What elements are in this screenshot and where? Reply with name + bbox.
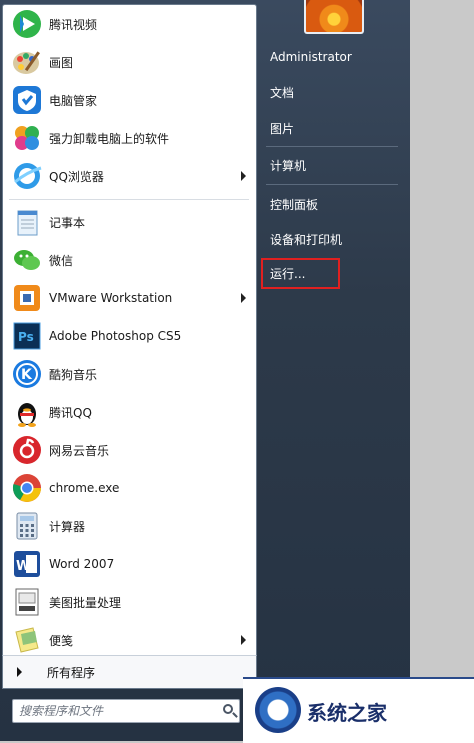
program-label: QQ浏览器: [49, 169, 104, 184]
devices-printers-link[interactable]: 设备和打印机: [270, 231, 342, 248]
submenu-arrow-icon[interactable]: [241, 293, 246, 303]
pictures-link[interactable]: 图片: [270, 120, 294, 137]
notepad-icon: [11, 206, 43, 238]
programs-pane: 腾讯视频 画图 电脑管家 强力卸载电脑上的软件 QQ浏览器 记事本 微信 VMw…: [2, 4, 257, 656]
watermark: 系统之家: [243, 677, 474, 743]
program-vmware[interactable]: VMware Workstation: [3, 279, 256, 317]
program-qq-browser[interactable]: QQ浏览器: [3, 157, 256, 195]
chrome-icon: [11, 472, 43, 504]
search-icon[interactable]: [223, 704, 233, 714]
program-label: 网易云音乐: [49, 443, 110, 458]
vmware-icon: [11, 282, 43, 314]
program-pc-manager[interactable]: 电脑管家: [3, 81, 256, 119]
program-tencent-video[interactable]: 腾讯视频: [3, 5, 256, 43]
program-label: 便笺: [49, 633, 74, 648]
program-calculator[interactable]: 计算器: [3, 507, 256, 545]
submenu-arrow-icon[interactable]: [241, 635, 246, 645]
program-label: 腾讯视频: [49, 17, 98, 32]
user-folder-link[interactable]: Administrator: [270, 50, 352, 64]
program-label: chrome.exe: [49, 481, 120, 495]
run-highlight-box: [261, 258, 340, 289]
program-label: VMware Workstation: [49, 291, 173, 305]
program-qq[interactable]: 腾讯QQ: [3, 393, 256, 431]
program-word[interactable]: W Word 2007: [3, 545, 256, 583]
program-wechat[interactable]: 微信: [3, 241, 256, 279]
svg-text:Ps: Ps: [18, 330, 34, 344]
svg-text:W: W: [16, 559, 30, 574]
wechat-icon: [11, 244, 43, 276]
submenu-arrow-icon[interactable]: [241, 171, 246, 181]
divider: [266, 184, 398, 185]
uninstall-icon: [11, 122, 43, 154]
watermark-text: 系统之家: [307, 701, 387, 725]
program-label: 计算器: [49, 519, 86, 534]
svg-text:K: K: [21, 367, 33, 383]
program-notepad[interactable]: 记事本: [3, 203, 256, 241]
program-chrome[interactable]: chrome.exe: [3, 469, 256, 507]
pc-manager-icon: [11, 84, 43, 116]
program-label: 美图批量处理: [49, 595, 122, 610]
program-netease-music[interactable]: 网易云音乐: [3, 431, 256, 469]
search-input[interactable]: [13, 701, 215, 721]
start-menu: 腾讯视频 画图 电脑管家 强力卸载电脑上的软件 QQ浏览器 记事本 微信 VMw…: [0, 0, 410, 741]
computer-link[interactable]: 计算机: [270, 157, 306, 174]
program-uninstall[interactable]: 强力卸载电脑上的软件: [3, 119, 256, 157]
calculator-icon: [11, 510, 43, 542]
netease-music-icon: [11, 434, 43, 466]
control-panel-link[interactable]: 控制面板: [270, 196, 318, 213]
watermark-logo-icon: [255, 687, 301, 733]
program-label: 酷狗音乐: [49, 367, 98, 382]
triangle-right-icon: [17, 667, 22, 677]
qq-penguin-icon: [11, 396, 43, 428]
word-icon: W: [11, 548, 43, 580]
program-kugou[interactable]: K 酷狗音乐: [3, 355, 256, 393]
qq-browser-icon: [11, 160, 43, 192]
user-avatar[interactable]: [304, 0, 364, 34]
program-paint[interactable]: 画图: [3, 43, 256, 81]
program-meitu-batch[interactable]: 美图批量处理: [3, 583, 256, 621]
program-sticky-notes[interactable]: 便笺: [3, 621, 256, 659]
all-programs-label: 所有程序: [47, 666, 96, 680]
all-programs-button[interactable]: 所有程序: [2, 655, 257, 689]
program-label: 画图: [49, 55, 74, 70]
kugou-icon: K: [11, 358, 43, 390]
tencent-video-icon: [11, 8, 43, 40]
search-box[interactable]: [12, 699, 240, 723]
program-photoshop[interactable]: Ps Adobe Photoshop CS5: [3, 317, 256, 355]
program-label: 微信: [49, 253, 74, 268]
meitu-batch-icon: [11, 586, 43, 618]
program-label: 强力卸载电脑上的软件: [49, 131, 170, 146]
right-pane: Administrator 文档 图片 计算机 控制面板 设备和打印机 运行..…: [256, 0, 410, 741]
program-label: Word 2007: [49, 557, 115, 571]
photoshop-icon: Ps: [11, 320, 43, 352]
sticky-notes-icon: [11, 624, 43, 656]
documents-link[interactable]: 文档: [270, 84, 294, 101]
program-label: 记事本: [49, 215, 86, 230]
paint-icon: [11, 46, 43, 78]
program-label: Adobe Photoshop CS5: [49, 329, 182, 343]
program-label: 电脑管家: [49, 93, 98, 108]
program-label: 腾讯QQ: [49, 405, 92, 420]
divider: [9, 199, 249, 200]
divider: [266, 146, 398, 147]
